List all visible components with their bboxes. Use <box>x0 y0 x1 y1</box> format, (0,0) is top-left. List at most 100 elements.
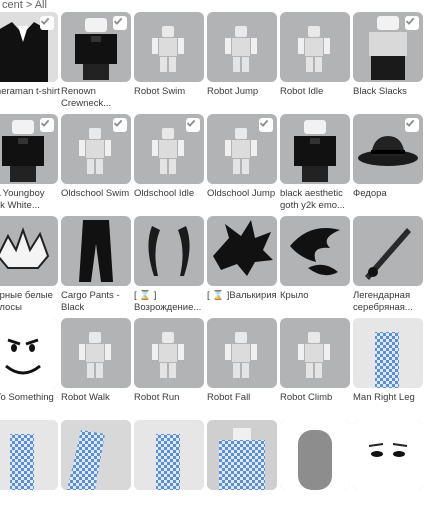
item-name[interactable]: Robot Climb <box>280 392 352 404</box>
robot-figure-icon <box>298 332 330 378</box>
item-thumbnail[interactable] <box>207 12 277 82</box>
item-name[interactable]: BA Youngboy lack White... <box>0 188 60 212</box>
avatar-item-tile[interactable]: [ ⌛ ] Возрождение... <box>134 216 204 316</box>
spiky-hair-icon <box>213 220 273 276</box>
item-name[interactable]: Чёрные белые Волосы <box>0 290 60 314</box>
selected-check-icon[interactable] <box>40 118 54 132</box>
avatar-item-tile[interactable]: Oldschool Swim <box>61 114 131 214</box>
item-thumbnail[interactable] <box>61 12 131 82</box>
item-thumbnail[interactable] <box>280 12 350 82</box>
avatar-item-tile[interactable]: Легендарная серебряная... <box>353 216 423 316</box>
item-name[interactable]: Robot Fall <box>207 392 279 404</box>
avatar-item-tile[interactable]: Robot Climb <box>280 318 350 418</box>
avatar-item-tile[interactable]: Robot Run <box>134 318 204 418</box>
item-name[interactable]: Oldschool Swim <box>61 188 133 200</box>
avatar-item-tile[interactable] <box>134 420 204 520</box>
item-thumbnail[interactable] <box>134 318 204 388</box>
item-name[interactable]: ameraman t-shirt <box>0 86 60 98</box>
avatar-item-tile[interactable]: Robot Idle <box>280 12 350 112</box>
item-name[interactable]: Cargo Pants - Black <box>61 290 133 314</box>
item-name[interactable]: Oldschool Jump <box>207 188 279 200</box>
item-name[interactable]: Renown Crewneck... <box>61 86 133 110</box>
selected-check-icon[interactable] <box>113 118 127 132</box>
item-name[interactable]: Легендарная серебряная... <box>353 290 425 314</box>
robot-figure-icon <box>152 332 184 378</box>
avatar-item-tile[interactable] <box>0 420 58 520</box>
avatar-item-tile[interactable]: Man Right Leg <box>353 318 423 418</box>
item-name[interactable]: Black Slacks <box>353 86 425 98</box>
avatar-item-tile[interactable]: Robot Swim <box>134 12 204 112</box>
item-name[interactable]: [ ⌛ ] Возрождение... <box>134 290 206 314</box>
avatar-item-tile[interactable]: Renown Crewneck... <box>61 12 131 112</box>
selected-check-icon[interactable] <box>113 16 127 30</box>
avatar-item-tile[interactable]: [ ⌛ ]Валькирия <box>207 216 277 316</box>
cargo-pants-icon <box>79 220 113 282</box>
avatar-item-tile[interactable]: Robot Fall <box>207 318 277 418</box>
item-name[interactable]: Robot Walk <box>61 392 133 404</box>
avatar-item-tile[interactable]: Black Slacks <box>353 12 423 112</box>
item-thumbnail[interactable] <box>353 216 423 286</box>
item-name[interactable]: Robot Swim <box>134 86 206 98</box>
avatar-item-tile[interactable]: Чёрные белые Волосы <box>0 216 58 316</box>
item-thumbnail[interactable] <box>280 420 350 490</box>
item-thumbnail[interactable] <box>207 420 277 490</box>
avatar-item-tile[interactable]: Robot Jump <box>207 12 277 112</box>
item-name[interactable]: Oldschool Idle <box>134 188 206 200</box>
item-thumbnail[interactable] <box>61 420 131 490</box>
item-thumbnail[interactable] <box>280 318 350 388</box>
checkered-arm-icon <box>61 420 131 490</box>
item-thumbnail[interactable] <box>61 114 131 184</box>
item-thumbnail[interactable] <box>353 114 423 184</box>
item-thumbnail[interactable] <box>353 318 423 388</box>
item-thumbnail[interactable] <box>353 420 423 490</box>
item-name[interactable]: Man Right Leg <box>353 392 425 404</box>
avatar-item-tile[interactable]: black aesthetic goth y2k emo... <box>280 114 350 214</box>
item-name[interactable]: [ ⌛ ]Валькирия <box>207 290 279 302</box>
avatar-item-tile[interactable]: BA Youngboy lack White... <box>0 114 58 214</box>
item-thumbnail[interactable] <box>134 114 204 184</box>
avatar-item-tile[interactable]: Oldschool Idle <box>134 114 204 214</box>
selected-check-icon[interactable] <box>405 16 419 30</box>
item-thumbnail[interactable] <box>0 114 58 184</box>
sword-icon <box>365 228 411 280</box>
item-thumbnail[interactable] <box>353 12 423 82</box>
avatar-item-tile[interactable]: Oldschool Jump <box>207 114 277 214</box>
item-thumbnail[interactable] <box>134 12 204 82</box>
avatar-item-tile[interactable] <box>280 420 350 520</box>
item-name[interactable]: Крыло <box>280 290 352 302</box>
item-thumbnail[interactable] <box>0 216 58 286</box>
selected-check-icon[interactable] <box>259 118 273 132</box>
checkered-leg-icon <box>134 420 204 490</box>
item-name[interactable]: Robot Run <box>134 392 206 404</box>
item-thumbnail[interactable] <box>134 216 204 286</box>
avatar-item-tile[interactable] <box>207 420 277 520</box>
selected-check-icon[interactable] <box>40 16 54 30</box>
avatar-item-tile[interactable] <box>353 420 423 520</box>
item-thumbnail[interactable] <box>280 216 350 286</box>
item-thumbnail[interactable] <box>280 114 350 184</box>
avatar-item-tile[interactable]: Крыло <box>280 216 350 316</box>
avatar-item-tile[interactable] <box>61 420 131 520</box>
avatar-item-tile[interactable]: ameraman t-shirt <box>0 12 60 112</box>
avatar-item-tile[interactable]: Cargo Pants - Black <box>61 216 131 316</box>
avatar-item-tile[interactable]: Robot Walk <box>61 318 131 418</box>
item-name[interactable]: Robot Idle <box>280 86 352 98</box>
item-thumbnail[interactable] <box>207 114 277 184</box>
item-thumbnail[interactable] <box>134 420 204 490</box>
item-thumbnail[interactable] <box>0 420 58 490</box>
item-thumbnail[interactable] <box>207 216 277 286</box>
selected-check-icon[interactable] <box>186 118 200 132</box>
item-name[interactable]: Robot Jump <box>207 86 279 98</box>
avatar-item-tile[interactable]: Федора <box>353 114 423 214</box>
item-thumbnail[interactable] <box>61 318 131 388</box>
selected-check-icon[interactable] <box>405 118 419 132</box>
robot-figure-icon <box>79 332 111 378</box>
item-name[interactable]: p To Something <box>0 392 60 404</box>
item-thumbnail[interactable] <box>0 12 58 82</box>
item-thumbnail[interactable] <box>0 318 58 388</box>
item-name[interactable]: Федора <box>353 188 425 200</box>
item-name[interactable]: black aesthetic goth y2k emo... <box>280 188 352 212</box>
item-thumbnail[interactable] <box>207 318 277 388</box>
item-thumbnail[interactable] <box>61 216 131 286</box>
avatar-item-tile[interactable]: p To Something <box>0 318 58 418</box>
